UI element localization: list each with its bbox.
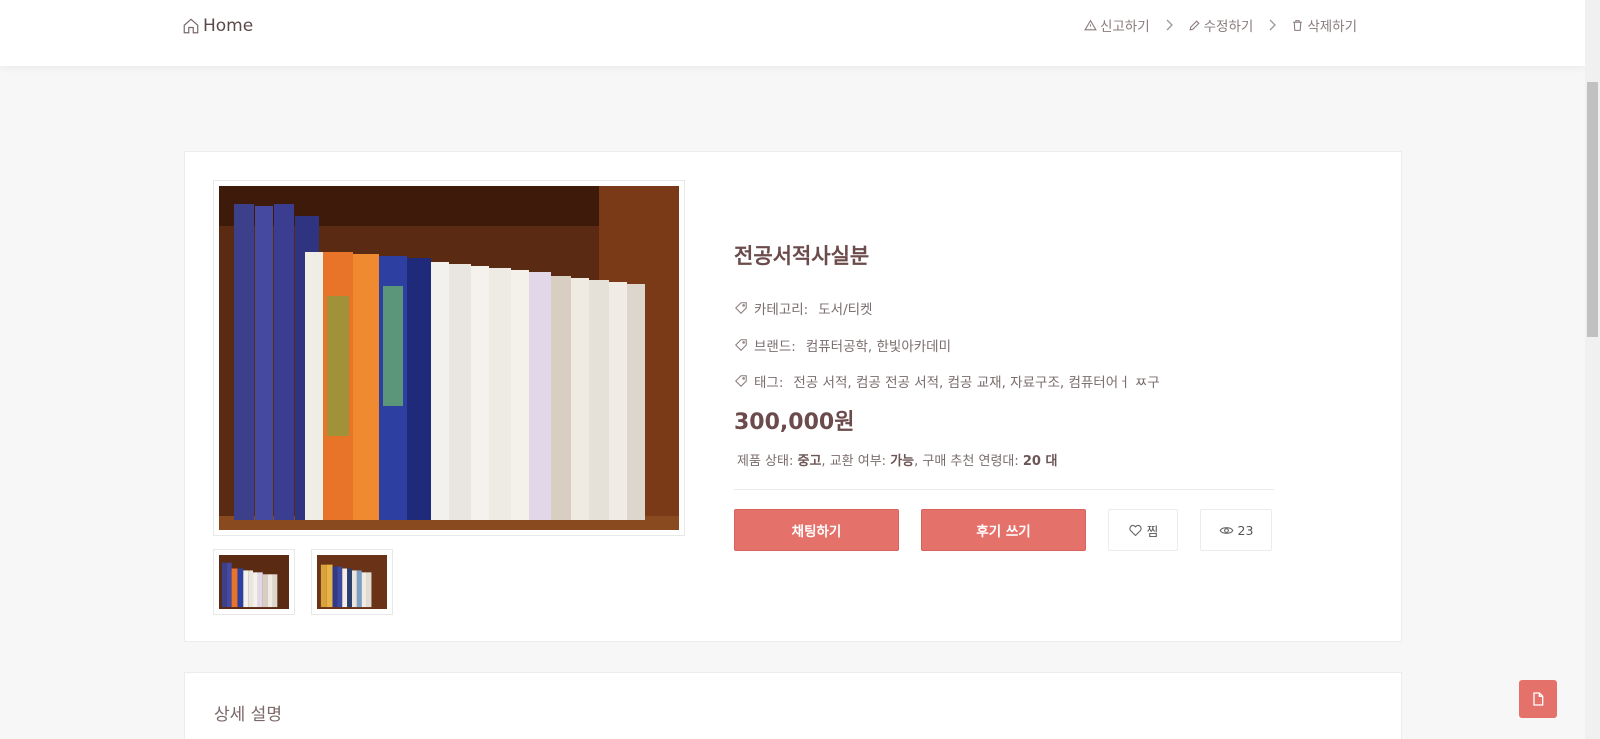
product-main-image[interactable] <box>213 180 685 536</box>
description-card: 상세 설명 <box>184 672 1402 739</box>
product-title: 전공서적사실분 <box>734 244 870 268</box>
page-scrollbar[interactable] <box>1585 0 1600 739</box>
thumbnail-photo <box>219 555 289 609</box>
tags-label: 태그: <box>754 375 784 391</box>
report-button[interactable]: 신고하기 <box>1084 15 1150 35</box>
eye-icon <box>1219 526 1233 534</box>
home-icon <box>183 18 199 34</box>
condition-label: 제품 상태: <box>737 454 794 469</box>
delete-button[interactable]: 삭제하기 <box>1291 15 1357 35</box>
brand-value: 컴퓨터공학, 한빛아카데미 <box>805 339 952 355</box>
chat-button[interactable]: 채팅하기 <box>734 509 899 551</box>
post-actions: 신고하기 수정하기 삭제하기 <box>1084 14 1357 36</box>
heart-icon <box>1129 524 1142 536</box>
category-value: 도서/티켓 <box>818 302 873 318</box>
product-thumbnail[interactable] <box>311 549 393 615</box>
product-price: 300,000원 <box>734 410 855 435</box>
home-label: Home <box>203 16 254 36</box>
tags-row: 태그: 전공 서적, 컴공 전공 서적, 컴공 교재, 자료구조, 컴퓨터어ㅓ … <box>734 371 1160 391</box>
like-label: 찜 <box>1146 523 1159 539</box>
product-card: 전공서적사실분 카테고리: 도서/티켓 브랜드: 컴퓨터공학, 한빛아카데미 태… <box>184 151 1402 642</box>
chevron-right-icon <box>1164 19 1174 31</box>
write-review-button[interactable]: 후기 쓰기 <box>921 509 1086 551</box>
chevron-right-icon <box>1267 19 1277 31</box>
tag-icon <box>735 302 747 314</box>
floating-action-button[interactable] <box>1519 680 1557 718</box>
thumbnail-photo <box>317 555 387 609</box>
brand-label: 브랜드: <box>754 339 796 355</box>
product-thumbnail[interactable] <box>213 549 295 615</box>
views-count: 23 <box>1237 522 1254 538</box>
exchange-value: 가능 <box>890 454 915 469</box>
document-icon <box>1533 692 1544 706</box>
views-counter: 23 <box>1200 509 1272 551</box>
age-value: 20 대 <box>1022 454 1058 469</box>
category-row: 카테고리: 도서/티켓 <box>734 298 872 318</box>
report-label: 신고하기 <box>1099 19 1150 35</box>
product-status-line: 제품 상태: 중고, 교환 여부: 가능, 구매 추천 연령대: 20 대 <box>737 454 1058 469</box>
scrollbar-thumb[interactable] <box>1587 82 1598 337</box>
description-title: 상세 설명 <box>214 705 282 725</box>
category-label: 카테고리: <box>754 302 809 318</box>
tag-icon <box>735 339 747 351</box>
top-navbar: Home 신고하기 수정하기 삭제하기 <box>0 0 1585 66</box>
bookshelf-photo <box>219 186 679 530</box>
delete-label: 삭제하기 <box>1307 19 1357 35</box>
pencil-icon <box>1189 19 1200 31</box>
exchange-label: 교환 여부: <box>829 454 887 469</box>
condition-value: 중고 <box>797 454 822 469</box>
edit-button[interactable]: 수정하기 <box>1188 15 1254 35</box>
home-link[interactable]: Home <box>182 14 253 38</box>
age-label: 구매 추천 연령대: <box>922 454 1019 469</box>
edit-label: 수정하기 <box>1203 19 1254 35</box>
tag-icon <box>735 375 747 387</box>
divider <box>734 489 1274 490</box>
like-button[interactable]: 찜 <box>1108 509 1178 551</box>
brand-row: 브랜드: 컴퓨터공학, 한빛아카데미 <box>734 335 951 355</box>
trash-icon <box>1293 19 1303 31</box>
tags-value: 전공 서적, 컴공 전공 서적, 컴공 교재, 자료구조, 컴퓨터어ㅓ ㅉ구 <box>793 375 1160 391</box>
alert-triangle-icon <box>1084 19 1097 30</box>
